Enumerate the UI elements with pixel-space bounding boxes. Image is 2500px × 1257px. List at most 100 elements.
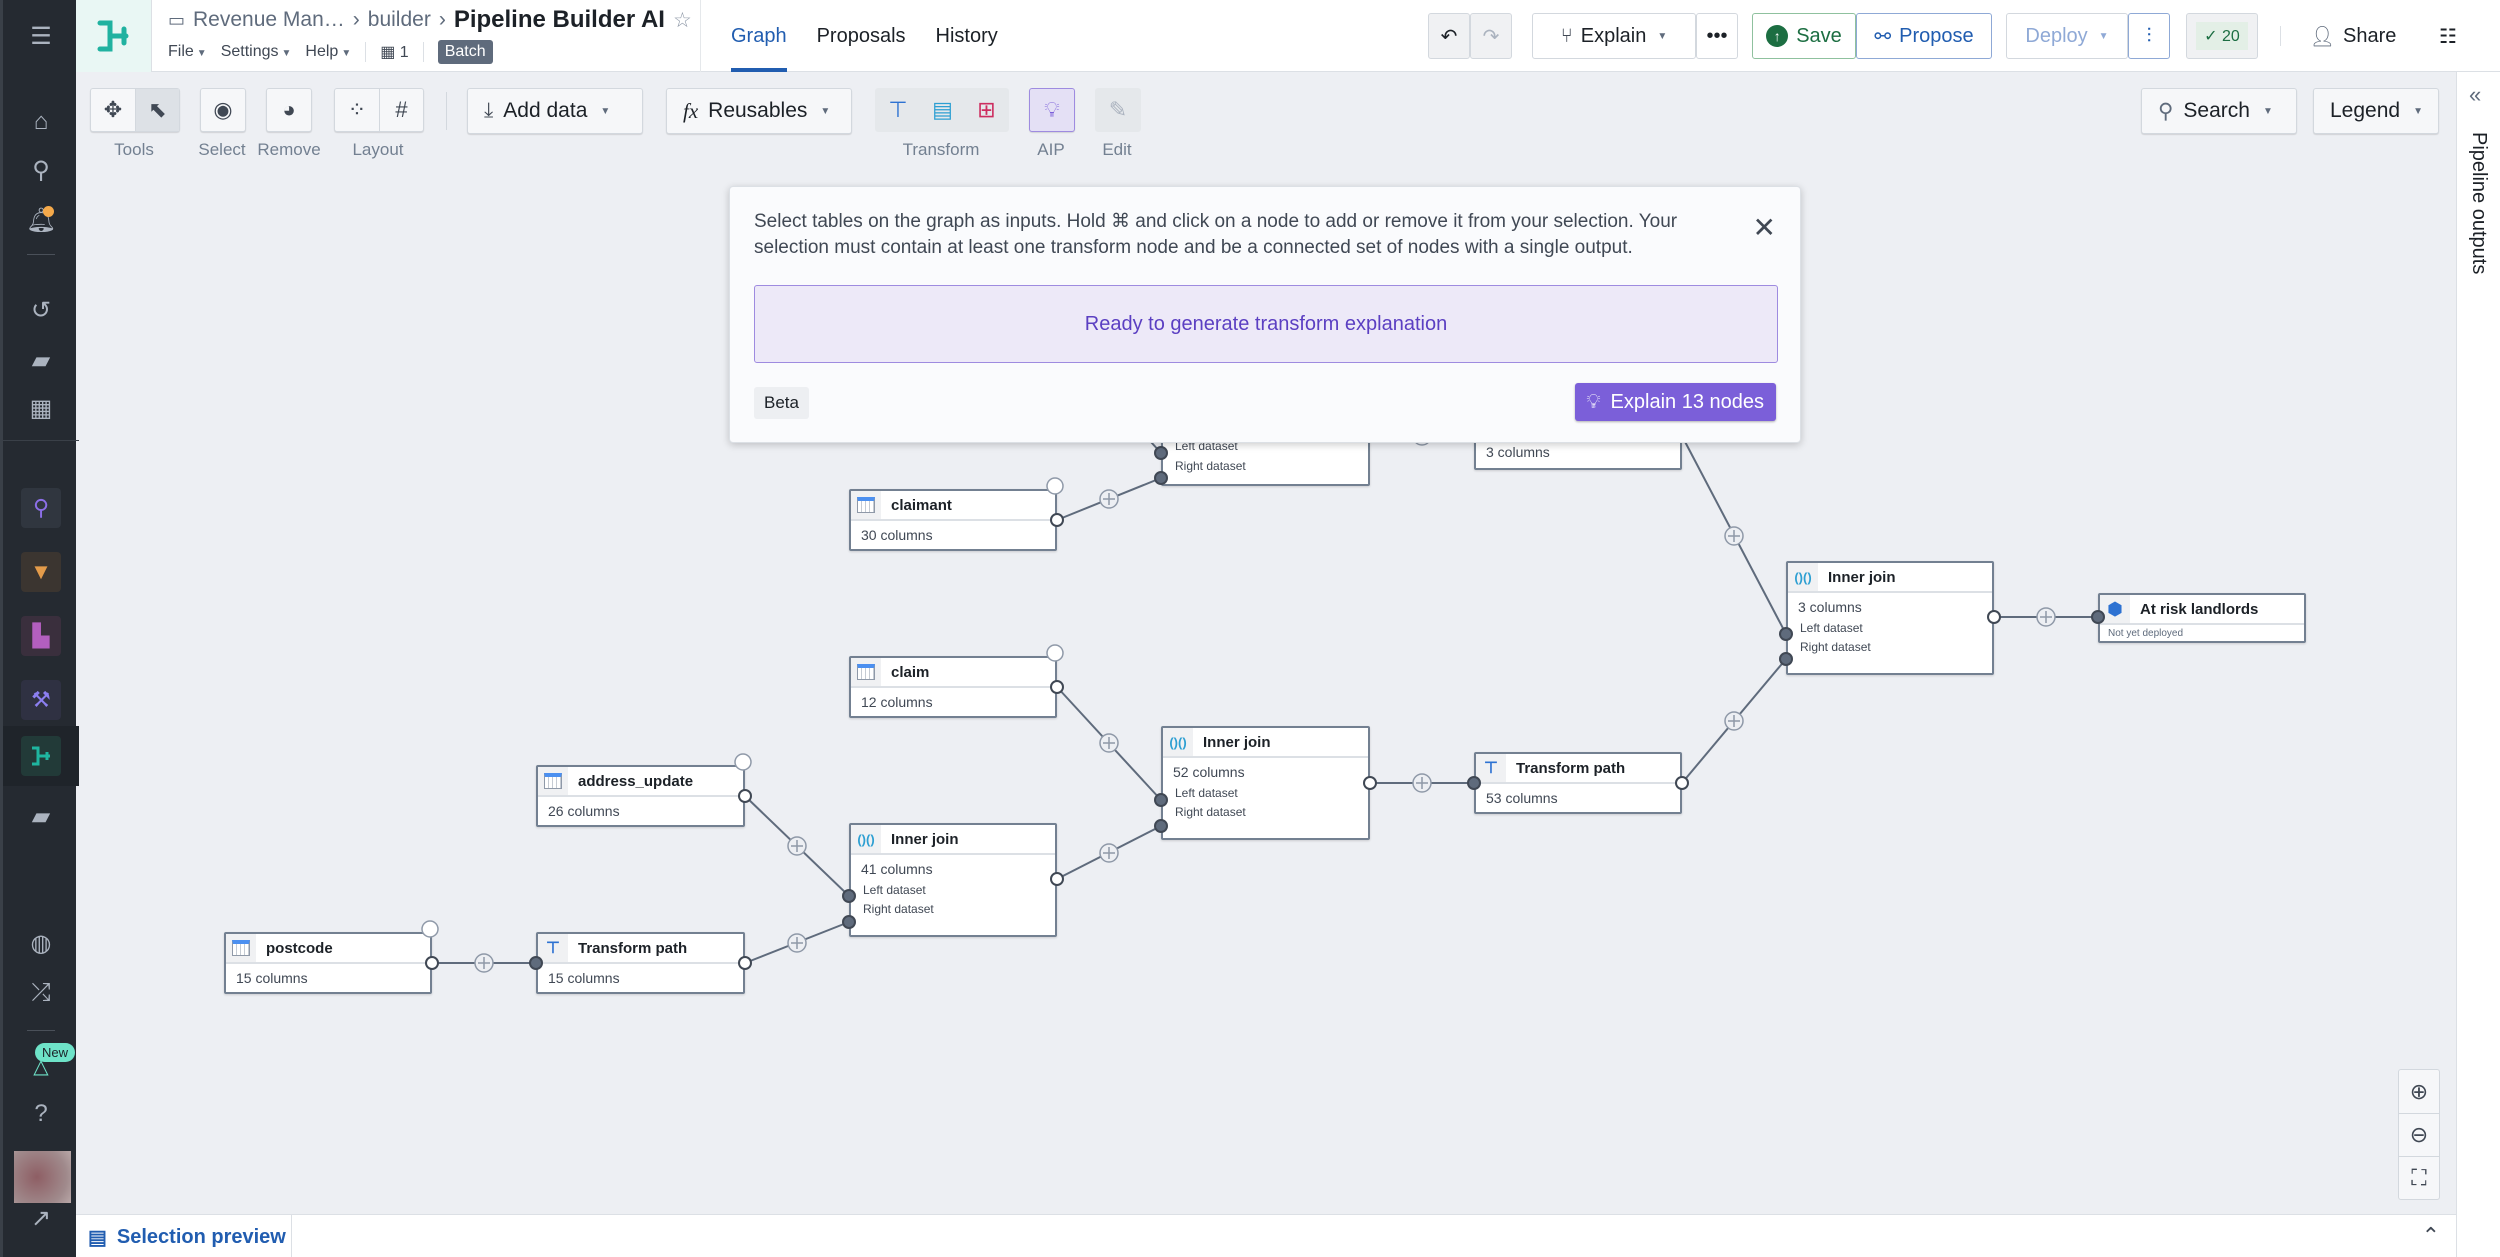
zoom-in-button[interactable]: ⊕ [2399,1070,2439,1113]
menu-settings[interactable]: Settings ▼ [221,43,292,61]
transform-icon: ⊤ [1476,754,1506,782]
panel-toggle-button[interactable]: ☷ [2428,13,2468,59]
app-builder-hammer-icon[interactable]: ⚒ [21,680,61,720]
join-icon: ()() [851,825,881,853]
port-label-right: Right dataset [863,902,934,916]
notification-dot [43,206,54,217]
divider [27,1030,55,1031]
node-inner-join-3[interactable]: ()() Inner join 3 columns Left dataset R… [1786,561,1994,675]
menu-file[interactable]: File ▼ [168,43,207,61]
collapse-left-icon[interactable]: « [2469,82,2481,108]
zoom-out-icon: ⊖ [2409,1122,2429,1147]
node-title: postcode [266,939,333,957]
selection-preview-tab[interactable]: ▤ Selection preview [88,1225,286,1250]
dataset-table-icon [538,767,568,795]
more-options-button[interactable]: ••• [1696,13,1738,59]
home-icon[interactable]: ⌂ [23,104,59,140]
zoom-out-button[interactable]: ⊖ [2399,1113,2439,1156]
more-icon: ••• [1706,24,1728,47]
node-transform-path-1[interactable]: ⊤ Transform path 15 columns [536,932,745,994]
expand-menu-icon[interactable]: ☰ [23,18,59,54]
files-folder-icon[interactable]: ▰ [23,342,59,378]
save-button[interactable]: ↑ Save [1752,13,1856,59]
external-link-icon[interactable]: ↗ [23,1200,59,1236]
deploy-button[interactable]: Deploy ▼ [2006,13,2128,59]
upload-circle-icon: ↑ [1766,25,1789,47]
expand-panel-icon[interactable]: ⌃ [2422,1223,2440,1249]
table-icon: ▤ [88,1227,107,1249]
user-avatar[interactable] [14,1151,71,1203]
notifications-icon[interactable]: 🔔︎ [23,202,59,238]
menu-help[interactable]: Help ▼ [305,43,351,61]
node-inner-join-1[interactable]: ()() Inner join 41 columns Left dataset … [849,823,1057,937]
explain-dropdown[interactable]: ⑂ Explain ▼ [1532,13,1696,59]
node-columns: 30 columns [861,527,933,543]
star-icon[interactable]: ☆ [673,8,692,33]
breadcrumb-folder[interactable]: builder [368,8,431,32]
share-button[interactable]: 👤︎ Share [2298,13,2408,59]
branch-icon: ⑂ [1560,24,1573,47]
dataset-table-icon [851,491,881,519]
breadcrumb-project[interactable]: Revenue Man… [193,8,345,32]
favorites-folder-icon[interactable]: ▰ [23,798,59,834]
dialog-instructions: Select tables on the graph as inputs. Ho… [754,211,1678,258]
pipeline-builder-logo[interactable] [76,0,152,72]
redo-button[interactable]: ↷ [1470,13,1512,59]
search-icon[interactable]: ⚲ [23,152,59,188]
output-cube-icon: ⬢ [2100,595,2130,623]
node-columns: 15 columns [548,970,620,986]
node-columns: 3 columns [1798,599,1862,615]
app-analytics-icon[interactable]: ▙ [21,616,61,656]
propose-button[interactable]: ⚯ Propose [1856,13,1992,59]
app-quiver-icon[interactable]: ⚲ [21,488,61,528]
fit-to-screen-button[interactable]: ⛶ [2399,1156,2439,1199]
help-icon[interactable]: ? [23,1096,59,1132]
node-title: Transform path [1516,759,1626,777]
undo-icon: ↶ [1440,25,1458,48]
node-inner-join-2[interactable]: ()() Inner join 52 columns Left dataset … [1161,726,1370,840]
app-pipeline-builder-icon[interactable] [21,736,61,776]
shuffle-icon[interactable]: ⤮ [23,975,59,1011]
fit-screen-icon: ⛶ [2411,1165,2427,1190]
explanation-status-box: Ready to generate transform explanation [754,285,1778,363]
global-sidebar: ☰ ⌂ ⚲ 🔔︎ ↺ ▰ ▦ ⚲ ▼ ▙ ⚒ ▰ ◍ ⤮ △ New ? ↗ [0,0,79,1257]
deploy-settings-button[interactable]: ⫶ [2128,13,2170,59]
bottom-panel-bar: ▤ Selection preview ⌃ [76,1214,2456,1257]
join-icon: ()() [1163,728,1193,756]
node-header: ()() Inner join [851,825,1055,855]
node-dataset-claimant[interactable]: claimant 30 columns [849,489,1057,551]
checks-button[interactable]: ✓ 20 [2186,13,2258,59]
node-dataset-address-update[interactable]: address_update 26 columns [536,765,745,827]
lightbulb-icon: 💡︎ [1586,390,1601,413]
node-header: claimant [851,491,1055,521]
tab-graph[interactable]: Graph [731,0,787,72]
panel-layout-icon: ☷ [2439,25,2457,48]
node-dataset-claim[interactable]: claim 12 columns [849,656,1057,718]
close-icon[interactable]: ✕ [1753,211,1776,244]
app-contour-icon[interactable]: ▼ [21,552,61,592]
dataset-table-icon [851,658,881,686]
explain-nodes-button[interactable]: 💡︎ Explain 13 nodes [1574,383,1776,421]
new-badge: New [35,1043,76,1062]
checks-badge: ✓ 20 [2196,22,2248,50]
pipeline-outputs-tab[interactable]: Pipeline outputs [2467,132,2490,274]
node-title: claim [891,663,930,681]
branches-indicator[interactable]: ▦ 1 [380,42,408,62]
node-dataset-postcode[interactable]: postcode 15 columns [224,932,432,994]
node-header: postcode [226,934,430,964]
undo-button[interactable]: ↶ [1428,13,1470,59]
merge-icon: ⚯ [1874,25,1892,48]
node-columns: 15 columns [236,970,308,986]
tab-history[interactable]: History [936,0,998,72]
port-label-right: Right dataset [1800,640,1871,654]
batch-tag: Batch [437,40,493,64]
zoom-in-icon: ⊕ [2409,1078,2429,1104]
chevron-right-icon: › [352,8,360,31]
tab-proposals[interactable]: Proposals [817,0,906,72]
node-transform-path-2[interactable]: ⊤ Transform path 53 columns [1474,752,1682,814]
recent-history-icon[interactable]: ↺ [23,292,59,328]
node-output-at-risk-landlords[interactable]: ⬢ At risk landlords Not yet deployed [2098,593,2306,643]
globe-icon[interactable]: ◍ [23,925,59,961]
node-title: Transform path [578,939,688,957]
workspace-layout-icon[interactable]: ▦ [23,390,59,426]
